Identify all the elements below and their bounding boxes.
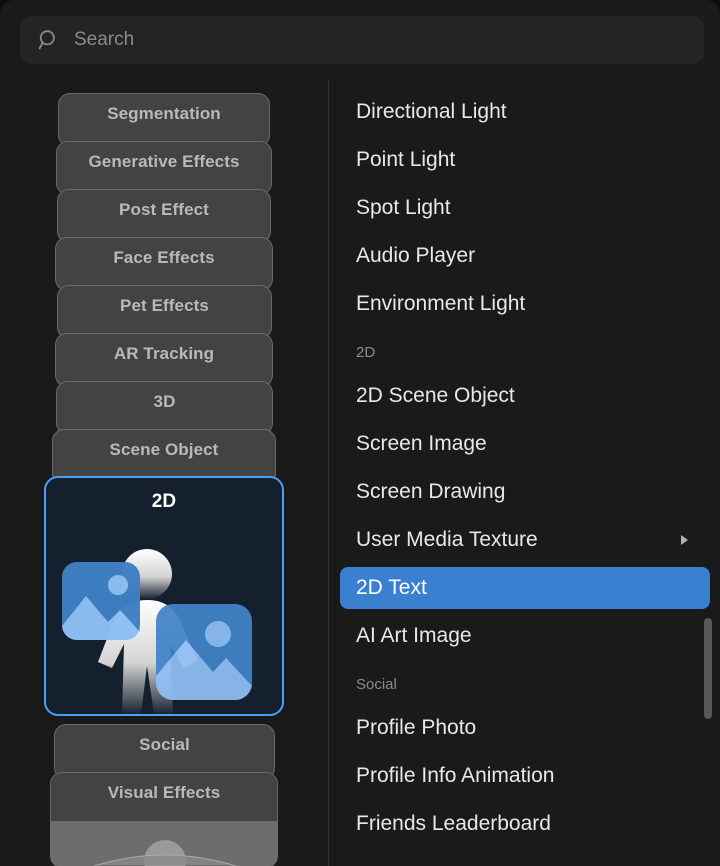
- list-item-label: Spot Light: [356, 196, 451, 219]
- list-item-screen-image[interactable]: Screen Image: [340, 423, 710, 465]
- list-item-2d-text[interactable]: 2D Text: [340, 567, 710, 609]
- list-item-label: Profile Photo: [356, 716, 477, 739]
- list-item-label: Environment Light: [356, 292, 526, 315]
- category-card-label: Social: [139, 735, 190, 754]
- list-item-label: User Media Texture: [356, 528, 538, 551]
- category-card-label: Visual Effects: [107, 783, 221, 802]
- list-item-label: Friends Leaderboard: [356, 812, 551, 835]
- list-item-label: Directional Light: [356, 100, 507, 123]
- list-item-profile-photo[interactable]: Profile Photo: [340, 707, 710, 749]
- chevron-right-icon: [681, 535, 688, 545]
- card-artwork-2d: [62, 549, 252, 714]
- category-card-segmentation[interactable]: Segmentation: [58, 93, 270, 147]
- list-item-point-light[interactable]: Point Light: [340, 139, 710, 181]
- list-item-label: Profile Info Animation: [356, 764, 555, 787]
- asset-list: Directional Light Point Light Spot Light Au…: [329, 72, 720, 866]
- category-card-generative-effects[interactable]: Generative Effects: [56, 141, 272, 195]
- list-item-label: Point Light: [356, 148, 456, 171]
- asset-browser-window: Segmentation Generative Effects Post Effec…: [0, 0, 720, 866]
- list-item-2d-scene-object[interactable]: 2D Scene Object: [340, 375, 710, 417]
- category-card-2d[interactable]: 2D: [44, 476, 284, 716]
- list-item-label: Screen Drawing: [356, 480, 506, 503]
- list-item-friends-leaderboard[interactable]: Friends Leaderboard: [340, 803, 710, 845]
- category-card-stack: Segmentation Generative Effects Post Effec…: [0, 72, 328, 866]
- list-item-screen-drawing[interactable]: Screen Drawing: [340, 471, 710, 513]
- category-card-label: Scene Object: [109, 440, 219, 459]
- category-card-visual-effects[interactable]: Visual Effects: [50, 772, 278, 866]
- list-item-ai-art-image[interactable]: AI Art Image: [340, 615, 710, 657]
- list-item-audio-player[interactable]: Audio Player: [340, 235, 710, 277]
- list-item-label: Screen Image: [356, 432, 487, 455]
- search-icon: [38, 30, 55, 50]
- list-group-header: 2D: [356, 343, 376, 361]
- list-item-profile-info-animation[interactable]: Profile Info Animation: [340, 755, 710, 797]
- list-item-label: AI Art Image: [356, 624, 472, 647]
- search-input[interactable]: [74, 29, 686, 51]
- category-card-label: 3D: [153, 392, 176, 411]
- list-item-label: 2D Scene Object: [356, 384, 515, 407]
- category-card-label: 2D: [151, 491, 177, 512]
- category-card-label: Post Effect: [119, 200, 209, 219]
- category-card-label: Face Effects: [113, 248, 215, 267]
- category-card-label: Pet Effects: [120, 296, 209, 315]
- category-card-3d[interactable]: 3D: [56, 381, 273, 435]
- category-card-label: AR Tracking: [113, 344, 215, 363]
- category-card-ar-tracking[interactable]: AR Tracking: [55, 333, 273, 387]
- category-card-face-effects[interactable]: Face Effects: [55, 237, 273, 291]
- list-item-label: Audio Player: [356, 244, 476, 267]
- list-item-environment-light[interactable]: Environment Light: [340, 283, 710, 325]
- list-item-label: 2D Text: [356, 576, 427, 599]
- category-card-label: Segmentation: [107, 104, 221, 123]
- list-item-directional-light[interactable]: Directional Light: [340, 91, 710, 133]
- category-card-post-effect[interactable]: Post Effect: [57, 189, 271, 243]
- category-card-pet-effects[interactable]: Pet Effects: [57, 285, 272, 339]
- card-artwork-visual-effects: [51, 821, 277, 866]
- list-group-header: Social: [356, 675, 397, 693]
- list-item-spot-light[interactable]: Spot Light: [340, 187, 710, 229]
- list-item-user-media-texture[interactable]: User Media Texture: [340, 519, 710, 561]
- search-bar[interactable]: [20, 16, 704, 64]
- content-area: Segmentation Generative Effects Post Effec…: [0, 72, 720, 866]
- category-card-label: Generative Effects: [88, 152, 240, 171]
